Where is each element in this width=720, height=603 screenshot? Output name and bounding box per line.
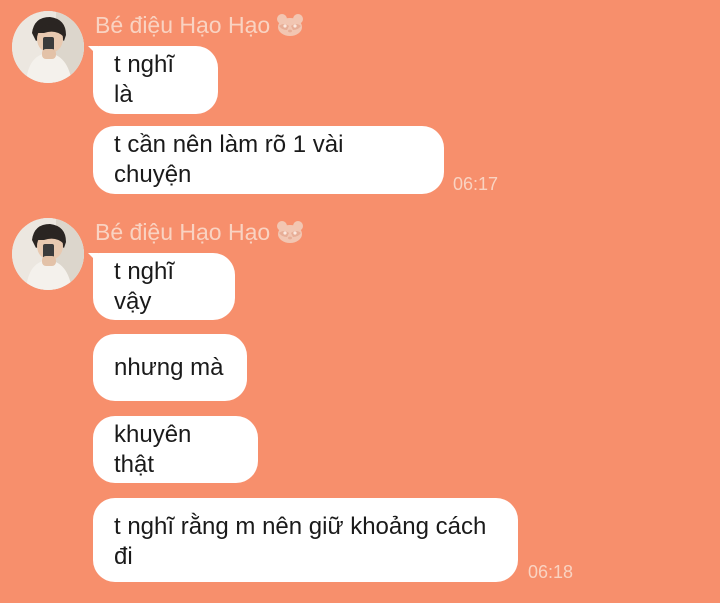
sender-name: Bé điệu Hạo Hạo [95,218,304,250]
avatar[interactable] [12,218,84,290]
message-text: khuyên thật [114,420,192,478]
raccoon-icon [276,13,304,43]
sender-name-text: Bé điệu Hạo Hạo [95,219,271,245]
avatar-photo [12,218,84,290]
avatar[interactable] [12,11,84,83]
message-text: t nghĩ vậy [114,257,175,315]
message-timestamp: 06:18 [528,562,574,582]
message-bubble[interactable]: t nghĩ là [93,46,218,114]
message-text: nhưng mà [114,353,224,381]
raccoon-icon [276,220,304,250]
sender-name-text: Bé điệu Hạo Hạo [95,12,271,38]
message-text: t nghĩ rằng m nên giữ khoảng cách đi [114,513,487,570]
message-bubble[interactable]: nhưng mà [93,334,247,401]
message-text: t nghĩ là [114,51,175,108]
message-bubble[interactable]: khuyên thật [93,416,258,483]
message-bubble[interactable]: t nghĩ rằng m nên giữ khoảng cách đi [93,498,518,582]
message-text: t cần nên làm rõ 1 vài chuyện [114,131,344,188]
avatar-photo [12,11,84,83]
message-bubble[interactable]: t nghĩ vậy [93,253,235,320]
sender-name: Bé điệu Hạo Hạo [95,11,304,43]
message-timestamp: 06:17 [453,174,499,194]
message-bubble[interactable]: t cần nên làm rõ 1 vài chuyện [93,126,444,194]
